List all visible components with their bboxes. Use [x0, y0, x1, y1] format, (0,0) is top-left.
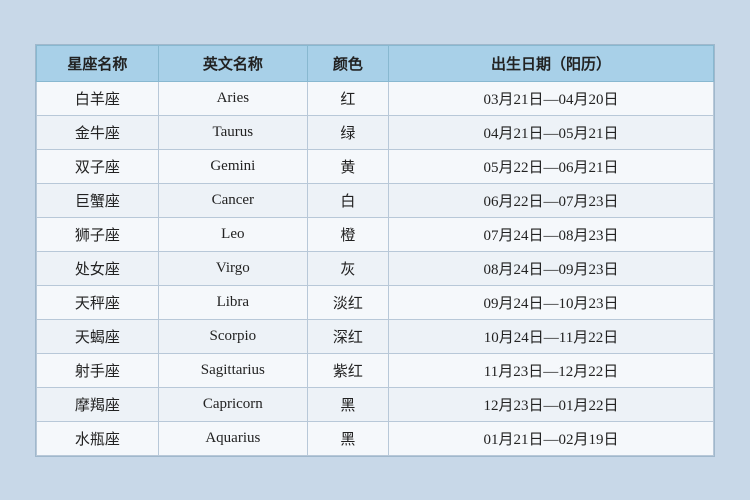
cell-date: 11月23日—12月22日	[389, 353, 714, 387]
cell-english: Gemini	[158, 149, 307, 183]
table-row: 摩羯座Capricorn黑12月23日—01月22日	[37, 387, 714, 421]
cell-english: Cancer	[158, 183, 307, 217]
cell-english: Sagittarius	[158, 353, 307, 387]
cell-chinese: 天秤座	[37, 285, 159, 319]
cell-chinese: 双子座	[37, 149, 159, 183]
cell-date: 03月21日—04月20日	[389, 81, 714, 115]
cell-color: 深红	[307, 319, 388, 353]
cell-english: Scorpio	[158, 319, 307, 353]
table-row: 金牛座Taurus绿04月21日—05月21日	[37, 115, 714, 149]
cell-color: 紫红	[307, 353, 388, 387]
table-row: 双子座Gemini黄05月22日—06月21日	[37, 149, 714, 183]
cell-color: 黑	[307, 387, 388, 421]
cell-date: 10月24日—11月22日	[389, 319, 714, 353]
cell-english: Virgo	[158, 251, 307, 285]
table-row: 天秤座Libra淡红09月24日—10月23日	[37, 285, 714, 319]
cell-english: Leo	[158, 217, 307, 251]
cell-chinese: 巨蟹座	[37, 183, 159, 217]
cell-date: 06月22日—07月23日	[389, 183, 714, 217]
cell-date: 09月24日—10月23日	[389, 285, 714, 319]
cell-english: Aries	[158, 81, 307, 115]
cell-chinese: 金牛座	[37, 115, 159, 149]
cell-english: Aquarius	[158, 421, 307, 455]
cell-chinese: 处女座	[37, 251, 159, 285]
header-chinese: 星座名称	[37, 45, 159, 81]
cell-date: 07月24日—08月23日	[389, 217, 714, 251]
table-row: 水瓶座Aquarius黑01月21日—02月19日	[37, 421, 714, 455]
table-row: 处女座Virgo灰08月24日—09月23日	[37, 251, 714, 285]
table-row: 巨蟹座Cancer白06月22日—07月23日	[37, 183, 714, 217]
cell-chinese: 射手座	[37, 353, 159, 387]
cell-date: 04月21日—05月21日	[389, 115, 714, 149]
cell-chinese: 狮子座	[37, 217, 159, 251]
cell-color: 淡红	[307, 285, 388, 319]
cell-color: 橙	[307, 217, 388, 251]
cell-chinese: 水瓶座	[37, 421, 159, 455]
cell-color: 黄	[307, 149, 388, 183]
cell-english: Libra	[158, 285, 307, 319]
cell-date: 12月23日—01月22日	[389, 387, 714, 421]
cell-english: Taurus	[158, 115, 307, 149]
header-english: 英文名称	[158, 45, 307, 81]
cell-date: 01月21日—02月19日	[389, 421, 714, 455]
cell-chinese: 摩羯座	[37, 387, 159, 421]
cell-color: 白	[307, 183, 388, 217]
cell-color: 红	[307, 81, 388, 115]
table-row: 狮子座Leo橙07月24日—08月23日	[37, 217, 714, 251]
cell-color: 黑	[307, 421, 388, 455]
table-row: 白羊座Aries红03月21日—04月20日	[37, 81, 714, 115]
zodiac-table: 星座名称 英文名称 颜色 出生日期（阳历） 白羊座Aries红03月21日—04…	[36, 45, 714, 456]
table-header-row: 星座名称 英文名称 颜色 出生日期（阳历）	[37, 45, 714, 81]
cell-english: Capricorn	[158, 387, 307, 421]
cell-chinese: 白羊座	[37, 81, 159, 115]
header-date: 出生日期（阳历）	[389, 45, 714, 81]
header-color: 颜色	[307, 45, 388, 81]
cell-date: 05月22日—06月21日	[389, 149, 714, 183]
cell-chinese: 天蝎座	[37, 319, 159, 353]
table-row: 射手座Sagittarius紫红11月23日—12月22日	[37, 353, 714, 387]
table-row: 天蝎座Scorpio深红10月24日—11月22日	[37, 319, 714, 353]
cell-color: 绿	[307, 115, 388, 149]
zodiac-table-container: 星座名称 英文名称 颜色 出生日期（阳历） 白羊座Aries红03月21日—04…	[35, 44, 715, 457]
cell-date: 08月24日—09月23日	[389, 251, 714, 285]
cell-color: 灰	[307, 251, 388, 285]
